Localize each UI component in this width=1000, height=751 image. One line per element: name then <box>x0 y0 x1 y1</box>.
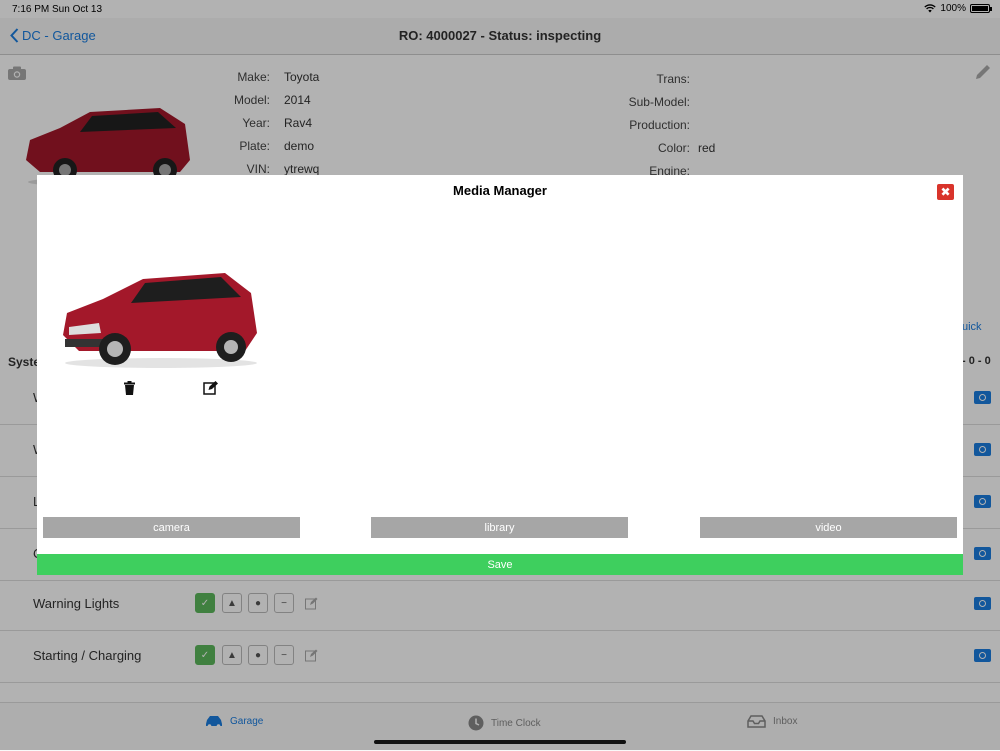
home-indicator <box>374 740 626 744</box>
modal-title: Media Manager <box>453 183 547 198</box>
media-thumbnail[interactable] <box>59 267 263 371</box>
close-button[interactable]: ✖ <box>937 184 954 200</box>
video-button[interactable]: video <box>700 517 957 538</box>
trash-icon[interactable] <box>124 381 135 395</box>
edit-icon[interactable] <box>203 381 218 395</box>
save-button[interactable]: Save <box>37 554 963 575</box>
library-button[interactable]: library <box>371 517 628 538</box>
camera-button[interactable]: camera <box>43 517 300 538</box>
media-manager-modal: Media Manager ✖ camera library video <box>37 175 963 554</box>
